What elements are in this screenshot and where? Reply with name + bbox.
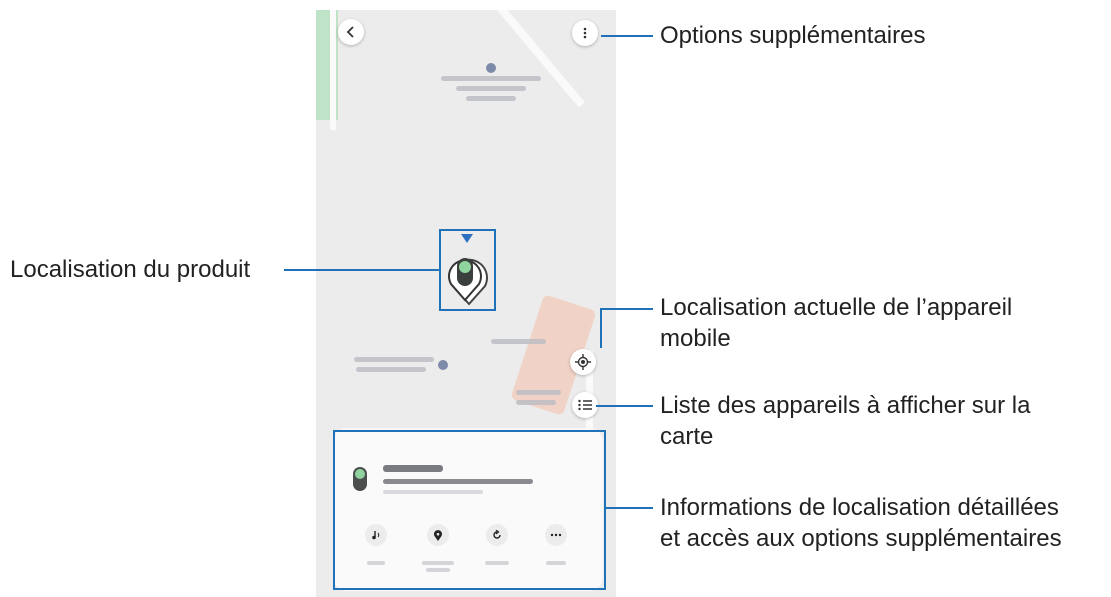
more-options-button[interactable] xyxy=(572,20,598,46)
label-device-list: Liste des appareils à afficher sur la xyxy=(660,392,1031,419)
label-current-location-2: mobile xyxy=(660,325,731,352)
map-road xyxy=(495,10,585,108)
map-label xyxy=(466,96,516,101)
map-label xyxy=(456,86,526,91)
current-location-button[interactable] xyxy=(570,349,596,375)
more-vertical-icon xyxy=(583,27,587,39)
callout-line-device-list xyxy=(596,405,653,407)
label-details: Informations de localisation détaillées xyxy=(660,494,1059,521)
back-button[interactable] xyxy=(338,19,364,45)
list-icon xyxy=(578,399,592,411)
label-options: Options supplémentaires xyxy=(660,22,926,49)
map-label xyxy=(441,76,541,81)
label-product-location: Localisation du produit xyxy=(10,256,251,283)
callout-line-current-location xyxy=(600,308,653,310)
map-label xyxy=(516,400,556,405)
callout-line-options xyxy=(601,35,653,37)
label-details-2: et accès aux options supplémentaires xyxy=(660,525,1062,552)
details-panel-highlight xyxy=(333,430,606,590)
direction-arrow-icon xyxy=(461,234,473,243)
map-road xyxy=(330,10,336,130)
map-poi-icon xyxy=(486,63,496,73)
callout-line-current-location xyxy=(600,308,602,348)
map-label xyxy=(354,357,434,362)
callout-line-details xyxy=(606,507,653,509)
map-poi-icon xyxy=(438,360,448,370)
map-label xyxy=(516,390,561,395)
crosshair-icon xyxy=(575,354,591,370)
chevron-left-icon xyxy=(346,26,354,38)
device-list-button[interactable] xyxy=(572,392,598,418)
label-device-list-2: carte xyxy=(660,423,714,450)
map-label xyxy=(491,339,546,344)
callout-line-product xyxy=(284,269,439,271)
label-current-location: Localisation actuelle de l’appareil xyxy=(660,294,1013,321)
map-label xyxy=(356,367,426,372)
product-pin-icon[interactable] xyxy=(445,250,493,306)
